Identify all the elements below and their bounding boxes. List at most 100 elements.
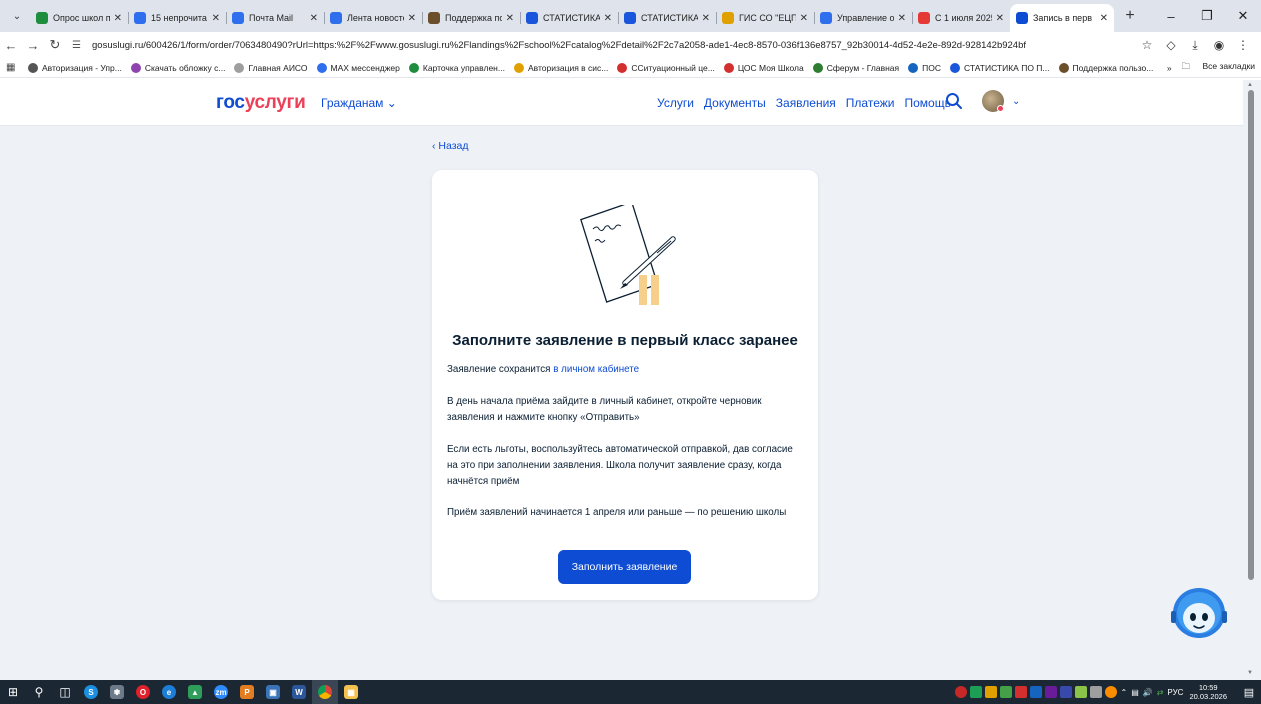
bookmark-item[interactable]: Скачать обложку с... xyxy=(130,62,225,73)
page-scrollbar[interactable]: ▲ ▼ xyxy=(1243,80,1261,680)
internet-explorer-icon[interactable]: e xyxy=(156,680,182,704)
tab-close-icon[interactable]: ✕ xyxy=(212,13,220,24)
all-bookmarks-folder[interactable]: 🗀 Все закладки xyxy=(1182,61,1255,75)
apps-grid-icon[interactable]: ▦ xyxy=(6,62,22,73)
tray-app-icon[interactable] xyxy=(1105,686,1118,698)
powerpoint-icon[interactable]: P xyxy=(234,680,260,704)
bookmark-item[interactable]: ЦОС Моя Школа xyxy=(723,62,804,73)
tab-close-icon[interactable]: ✕ xyxy=(996,13,1004,24)
nav-documents[interactable]: Документы xyxy=(704,96,766,110)
tab-close-icon[interactable]: ✕ xyxy=(702,13,710,24)
tab-close-icon[interactable]: ✕ xyxy=(310,13,318,24)
windows-start-icon[interactable]: ⊞ xyxy=(0,680,26,704)
extensions-icon[interactable]: ◇ xyxy=(1159,38,1183,52)
network-icon[interactable]: ▤ xyxy=(1131,688,1139,697)
tab-close-icon[interactable]: ✕ xyxy=(898,13,906,24)
notifications-icon[interactable]: ▤ xyxy=(1237,686,1261,699)
tray-app-icon[interactable] xyxy=(985,686,998,698)
skype-icon[interactable]: S xyxy=(78,680,104,704)
browser-tab[interactable]: ГИС СО "ЕЦП" ✕ xyxy=(716,4,814,32)
close-window-icon[interactable]: ✕ xyxy=(1225,8,1261,24)
personal-account-link[interactable]: в личном кабинете xyxy=(553,364,639,375)
bookmark-item[interactable]: Авторизация - Упр... xyxy=(28,62,122,73)
browser-menu-icon[interactable]: ⋮ xyxy=(1231,38,1255,52)
feather-app-icon[interactable]: ✾ xyxy=(104,680,130,704)
browser-tab[interactable]: Управление о ✕ xyxy=(814,4,912,32)
scrollbar-thumb[interactable] xyxy=(1248,90,1254,580)
browser-tab[interactable]: Лента новосте ✕ xyxy=(324,4,422,32)
word-icon[interactable]: W xyxy=(286,680,312,704)
zoom-icon[interactable]: zm xyxy=(208,680,234,704)
language-indicator[interactable]: РУС xyxy=(1167,688,1183,697)
tray-app-icon[interactable] xyxy=(1075,686,1088,698)
photos-app-icon[interactable]: ▲ xyxy=(182,680,208,704)
gosuslugi-logo[interactable]: госуслуги xyxy=(216,92,306,114)
tab-search-icon[interactable]: ⌄ xyxy=(4,3,30,29)
clock[interactable]: 10:59 20.03.2026 xyxy=(1189,683,1227,701)
citizens-dropdown[interactable]: Гражданам ⌄ xyxy=(321,96,397,110)
bookmark-item[interactable]: MAX мессенджер xyxy=(316,62,400,73)
volume-icon[interactable]: 🔊 xyxy=(1143,688,1153,697)
back-arrow-icon[interactable]: ← xyxy=(0,38,22,53)
nav-services[interactable]: Услуги xyxy=(657,96,694,110)
browser-tab[interactable]: СТАТИСТИКА ✕ xyxy=(618,4,716,32)
fill-application-button[interactable]: Заполнить заявление xyxy=(558,550,691,584)
tab-close-icon[interactable]: ✕ xyxy=(408,13,416,24)
tray-app-icon[interactable] xyxy=(1060,686,1073,698)
browser-tab[interactable]: СТАТИСТИКА ✕ xyxy=(520,4,618,32)
sync-icon[interactable]: ⇄ xyxy=(1157,688,1164,697)
browser-tab[interactable]: Поддержка пс ✕ xyxy=(422,4,520,32)
search-icon[interactable] xyxy=(945,92,963,110)
new-tab-button[interactable]: + xyxy=(1118,7,1142,25)
taskbar-search-icon[interactable]: ⚲ xyxy=(26,680,52,704)
bookmark-item[interactable]: ССитуационный це... xyxy=(617,62,715,73)
browser-tab[interactable]: С 1 июля 2025 ✕ xyxy=(912,4,1010,32)
tab-close-icon[interactable]: ✕ xyxy=(1100,13,1108,24)
tab-close-icon[interactable]: ✕ xyxy=(800,13,808,24)
bookmark-item[interactable]: ПОС xyxy=(908,62,941,73)
robot-assistant-icon[interactable] xyxy=(1170,585,1228,643)
browser-tab[interactable]: Опрос школ п ✕ xyxy=(30,4,128,32)
bookmark-item[interactable]: СТАТИСТИКА ПО П... xyxy=(950,62,1050,73)
show-hidden-icons-icon[interactable]: ⌃ xyxy=(1120,688,1127,697)
bookmark-item[interactable]: Авторизация в сис... xyxy=(513,62,608,73)
bookmark-item[interactable]: Поддержка пользо... xyxy=(1058,62,1153,73)
chrome-icon[interactable] xyxy=(312,680,338,704)
bookmark-star-icon[interactable]: ☆ xyxy=(1135,38,1159,52)
minimize-icon[interactable]: – xyxy=(1153,9,1189,24)
reload-icon[interactable]: ↻ xyxy=(44,37,66,53)
scroll-down-icon[interactable]: ▼ xyxy=(1247,670,1253,676)
tray-app-icon[interactable] xyxy=(1090,686,1103,698)
back-link[interactable]: ‹ Назад xyxy=(432,140,469,152)
tab-close-icon[interactable]: ✕ xyxy=(506,13,514,24)
bookmark-item[interactable]: Сферум - Главная xyxy=(812,62,899,73)
nav-payments[interactable]: Платежи xyxy=(846,96,895,110)
profile-icon[interactable]: ◉ xyxy=(1207,38,1231,52)
tab-close-icon[interactable]: ✕ xyxy=(604,13,612,24)
browser-tab[interactable]: Почта Mail ✕ xyxy=(226,4,324,32)
remote-desktop-icon[interactable]: ▣ xyxy=(260,680,286,704)
bookmark-item[interactable]: Карточка управлен... xyxy=(408,62,505,73)
tray-app-icon[interactable] xyxy=(1015,686,1028,698)
task-view-icon[interactable]: ◫ xyxy=(52,680,78,704)
downloads-icon[interactable]: ⤓ xyxy=(1183,38,1207,53)
tray-app-icon[interactable] xyxy=(1000,686,1013,698)
browser-tab-active[interactable]: Запись в перв ✕ xyxy=(1010,4,1114,32)
tray-app-icon[interactable] xyxy=(1030,686,1043,698)
tray-app-icon[interactable] xyxy=(955,686,968,698)
bookmark-item[interactable]: Главная АИСО xyxy=(234,62,308,73)
nav-help[interactable]: Помощь xyxy=(904,96,950,110)
tab-close-icon[interactable]: ✕ xyxy=(114,13,122,24)
browser-tab[interactable]: 15 непрочита ✕ xyxy=(128,4,226,32)
kaspersky-icon[interactable] xyxy=(970,686,983,698)
file-explorer-icon[interactable]: ▦ xyxy=(338,680,364,704)
url-field[interactable]: ☰ gosuslugi.ru/600426/1/form/order/70634… xyxy=(72,34,1135,56)
scroll-up-icon[interactable]: ▲ xyxy=(1247,82,1253,88)
profile-chevron-icon[interactable]: ⌄ xyxy=(1012,96,1020,107)
tray-app-icon[interactable] xyxy=(1045,686,1058,698)
restore-icon[interactable]: ❐ xyxy=(1189,8,1225,24)
opera-icon[interactable]: O xyxy=(130,680,156,704)
more-bookmarks-button[interactable]: » xyxy=(1167,63,1172,73)
forward-arrow-icon[interactable]: → xyxy=(22,38,44,53)
nav-applications[interactable]: Заявления xyxy=(776,96,836,110)
